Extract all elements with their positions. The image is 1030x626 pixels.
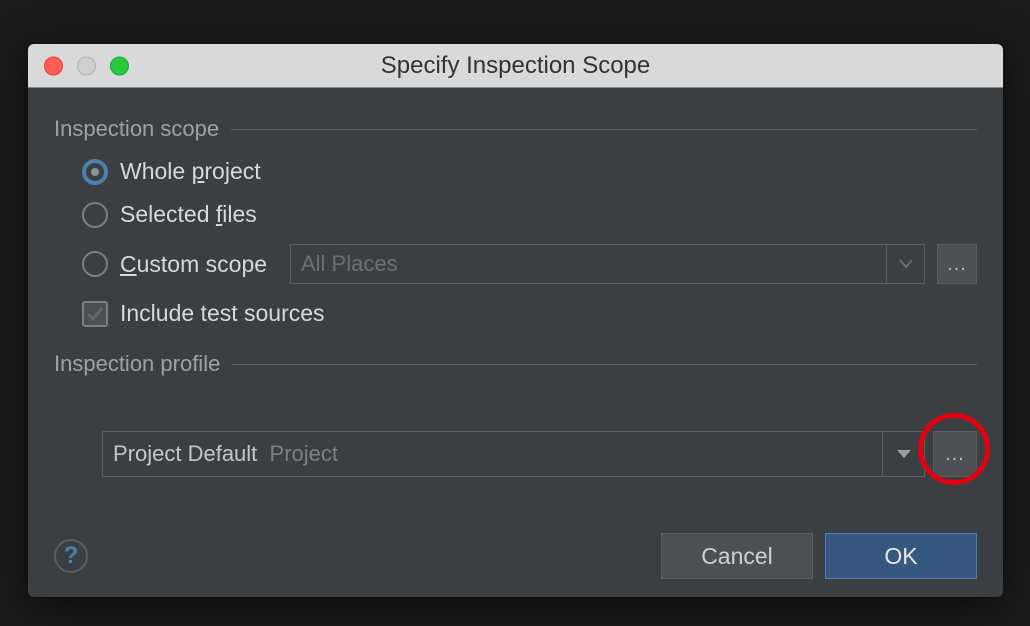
dropdown-value: All Places bbox=[291, 251, 886, 277]
radio-whole-project[interactable]: Whole project bbox=[82, 158, 977, 185]
radio-icon bbox=[82, 202, 108, 228]
button-label: Cancel bbox=[701, 543, 773, 570]
section-inspection-profile: Inspection profile bbox=[54, 351, 977, 377]
radio-icon bbox=[82, 251, 108, 277]
divider bbox=[231, 129, 977, 130]
custom-scope-browse-button[interactable]: ... bbox=[937, 244, 977, 284]
button-label: OK bbox=[884, 543, 917, 570]
checkbox-label: Include test sources bbox=[120, 300, 325, 327]
section-label: Inspection profile bbox=[54, 351, 220, 377]
help-icon: ? bbox=[64, 542, 79, 570]
dialog-title: Specify Inspection Scope bbox=[381, 52, 651, 80]
section-label: Inspection scope bbox=[54, 116, 219, 142]
ellipsis-icon: ... bbox=[947, 253, 967, 276]
help-button[interactable]: ? bbox=[54, 539, 88, 573]
radio-custom-scope[interactable]: Custom scope bbox=[82, 251, 278, 278]
inspection-profile-browse-button[interactable]: ... bbox=[933, 431, 977, 477]
zoom-window-icon[interactable] bbox=[110, 56, 129, 75]
inspection-scope-dialog: Specify Inspection Scope Inspection scop… bbox=[28, 44, 1003, 597]
window-controls bbox=[28, 56, 129, 75]
radio-icon bbox=[82, 159, 108, 185]
cancel-button[interactable]: Cancel bbox=[661, 533, 813, 579]
radio-label: Whole project bbox=[120, 158, 261, 185]
ellipsis-icon: ... bbox=[945, 443, 965, 466]
radio-label: Custom scope bbox=[120, 251, 267, 278]
divider bbox=[232, 364, 977, 365]
inspection-profile-dropdown[interactable]: Project Default Project bbox=[102, 431, 925, 477]
custom-scope-dropdown[interactable]: All Places bbox=[290, 244, 925, 284]
radio-selected-files[interactable]: Selected files bbox=[82, 201, 977, 228]
radio-label: Selected files bbox=[120, 201, 257, 228]
dropdown-value: Project Default Project bbox=[103, 441, 882, 467]
checkbox-icon bbox=[82, 301, 108, 327]
chevron-down-icon bbox=[882, 432, 924, 476]
ok-button[interactable]: OK bbox=[825, 533, 977, 579]
titlebar: Specify Inspection Scope bbox=[28, 44, 1003, 88]
chevron-down-icon bbox=[886, 245, 924, 283]
section-inspection-scope: Inspection scope bbox=[54, 116, 977, 142]
close-window-icon[interactable] bbox=[44, 56, 63, 75]
checkbox-include-test-sources[interactable]: Include test sources bbox=[82, 300, 977, 327]
minimize-window-icon bbox=[77, 56, 96, 75]
